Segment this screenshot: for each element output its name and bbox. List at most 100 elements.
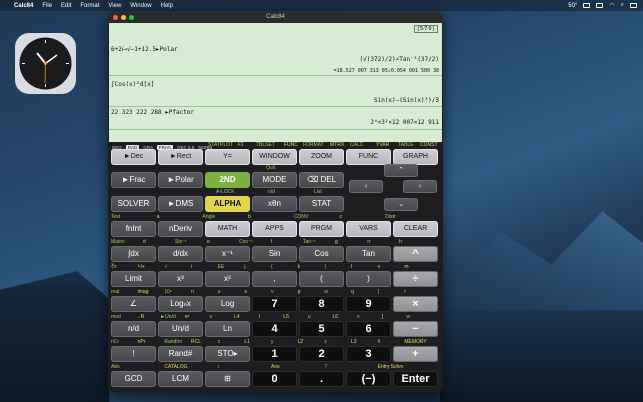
- control-center-icon[interactable]: [630, 3, 637, 8]
- 2nd-button[interactable]: 2ND: [205, 172, 250, 188]
- lcm-key[interactable]: LCM: [158, 371, 203, 387]
- history-result-3[interactable]: 2⁴×3²×12 007×12 911: [370, 119, 439, 126]
- battery-icon[interactable]: [596, 3, 604, 8]
- mode-button[interactable]: MODE: [252, 172, 297, 188]
- prgm-key[interactable]: PRGM: [299, 221, 344, 237]
- display-icon[interactable]: [583, 3, 591, 8]
- search-icon[interactable]: ⌕: [621, 2, 624, 9]
- log-key[interactable]: Log: [205, 296, 250, 312]
- func-button[interactable]: FUNC: [346, 149, 391, 165]
- math-key[interactable]: MATH: [205, 221, 250, 237]
- polar-button[interactable]: ►Polar: [158, 172, 203, 188]
- arrow-right-button[interactable]: ›: [403, 180, 437, 193]
- x-key[interactable]: x²: [205, 271, 250, 287]
- key-key[interactable]: ,: [252, 271, 297, 287]
- history-result-2[interactable]: Sin(x)−(Sin(x)³)/3: [374, 97, 439, 104]
- y-equals-button[interactable]: Y=: [205, 149, 250, 165]
- limit-key[interactable]: Limit: [111, 271, 156, 287]
- key-key[interactable]: ×: [393, 296, 438, 312]
- window-button[interactable]: WINDOW: [252, 149, 297, 165]
- window-titlebar[interactable]: Calc84: [108, 12, 443, 23]
- un-d-key[interactable]: Un/d: [158, 321, 203, 337]
- fnint-key[interactable]: fnInt: [111, 221, 156, 237]
- arrow-left-button[interactable]: ‹: [349, 180, 383, 193]
- graph-button[interactable]: GRAPH: [393, 149, 438, 165]
- 1-key[interactable]: 1: [252, 346, 297, 362]
- rand-key[interactable]: Rand#: [158, 346, 203, 362]
- tan-key[interactable]: Tan: [346, 246, 391, 262]
- 6-key[interactable]: 6: [346, 321, 391, 337]
- menu-format[interactable]: Format: [80, 3, 99, 9]
- menu-view[interactable]: View: [108, 3, 121, 9]
- history-input-1[interactable]: 6+2𝑖→√−1+12.5►Polar: [111, 46, 178, 54]
- menu-help[interactable]: Help: [161, 3, 173, 9]
- 5-key[interactable]: 5: [299, 321, 344, 337]
- d-dx-key[interactable]: d/dx: [158, 246, 203, 262]
- key-key[interactable]: +: [393, 346, 438, 362]
- menu-window[interactable]: Window: [130, 3, 151, 9]
- x-key[interactable]: x⁻¹: [205, 246, 250, 262]
- label-w: w: [406, 314, 410, 320]
- key-key[interactable]: ^: [393, 246, 438, 262]
- n-d-key[interactable]: n/d: [111, 321, 156, 337]
- 9-key[interactable]: 9: [346, 296, 391, 312]
- 7-key[interactable]: 7: [252, 296, 297, 312]
- cos-key[interactable]: Cos: [299, 246, 344, 262]
- 4-key[interactable]: 4: [252, 321, 297, 337]
- label-10: 10ˣ: [164, 289, 172, 295]
- menu-file[interactable]: File: [42, 3, 52, 9]
- 3-key[interactable]: 3: [346, 346, 391, 362]
- sto-key[interactable]: STO▸: [205, 346, 250, 362]
- key-key[interactable]: .: [299, 371, 344, 387]
- 8-key[interactable]: 8: [299, 296, 344, 312]
- 2-key[interactable]: 2: [299, 346, 344, 362]
- arrow-down-button[interactable]: ⌄: [384, 198, 418, 211]
- clock-widget[interactable]: [15, 33, 76, 94]
- history-input-2[interactable]: ∫Cos(x)²d[x]: [111, 81, 154, 88]
- key-key[interactable]: !: [111, 346, 156, 362]
- clear-key[interactable]: CLEAR: [393, 221, 438, 237]
- vars-key[interactable]: VARS: [346, 221, 391, 237]
- menu-edit[interactable]: Edit: [61, 3, 71, 9]
- key-key[interactable]: ∠: [111, 296, 156, 312]
- frac-button[interactable]: ►Frac: [111, 172, 156, 188]
- apps-key[interactable]: APPS: [252, 221, 297, 237]
- history-result-1[interactable]: (√(372)/2)∠Tan⁻¹(37/2): [360, 56, 439, 63]
- nderiv-key[interactable]: nDeriv: [158, 221, 203, 237]
- 0-key[interactable]: 0: [252, 371, 297, 387]
- menubar-app-name[interactable]: Calc84: [14, 3, 33, 9]
- key-key[interactable]: ): [346, 271, 391, 287]
- label-test: Test: [111, 214, 121, 220]
- delete-button[interactable]: ⌫ DEL: [299, 172, 344, 188]
- stat-button[interactable]: STAT: [299, 196, 344, 212]
- calc-display[interactable]: [5⁄7⁄9] 6+2𝑖→√−1+12.5►Polar (√(372)/2)∠T…: [109, 23, 442, 142]
- key-key[interactable]: (: [299, 271, 344, 287]
- gcd-key[interactable]: GCD: [111, 371, 156, 387]
- zoom-button-key[interactable]: ZOOM: [299, 149, 344, 165]
- ln-key[interactable]: Ln: [205, 321, 250, 337]
- weather-temp[interactable]: 50°: [568, 3, 577, 9]
- arrow-up-button[interactable]: ⌃: [384, 164, 418, 177]
- key-key[interactable]: (−): [346, 371, 391, 387]
- key-key[interactable]: ÷: [393, 271, 438, 287]
- label-key: ]: [381, 314, 384, 320]
- key-key[interactable]: −: [393, 321, 438, 337]
- label-func: FUNC: [284, 142, 298, 148]
- label-distr: Distr: [385, 214, 396, 220]
- alpha-button[interactable]: ALPHA: [205, 196, 250, 212]
- solver-button[interactable]: SOLVER: [111, 196, 156, 212]
- key-key[interactable]: ⊞: [205, 371, 250, 387]
- rect-button[interactable]: ►Rect: [158, 149, 203, 165]
- dx-key[interactable]: ∫dx: [111, 246, 156, 262]
- dms-button[interactable]: ►DMS: [158, 196, 203, 212]
- xthetan-button[interactable]: xθn: [252, 196, 297, 212]
- wifi-icon[interactable]: ◠: [609, 2, 614, 9]
- enter-key[interactable]: Enter: [393, 371, 438, 387]
- history-result-1b[interactable]: =18.527 007 313 05∠0.054 001 500 38: [334, 68, 439, 74]
- history-input-3[interactable]: 22 323 222 288 ►Pfactor: [111, 109, 194, 116]
- sin-key[interactable]: Sin: [252, 246, 297, 262]
- dec-button[interactable]: ►Dec: [111, 149, 156, 165]
- x-key[interactable]: x³: [158, 271, 203, 287]
- log-x-key[interactable]: Logₙx: [158, 296, 203, 312]
- label-mtrx: MTRX: [330, 142, 345, 148]
